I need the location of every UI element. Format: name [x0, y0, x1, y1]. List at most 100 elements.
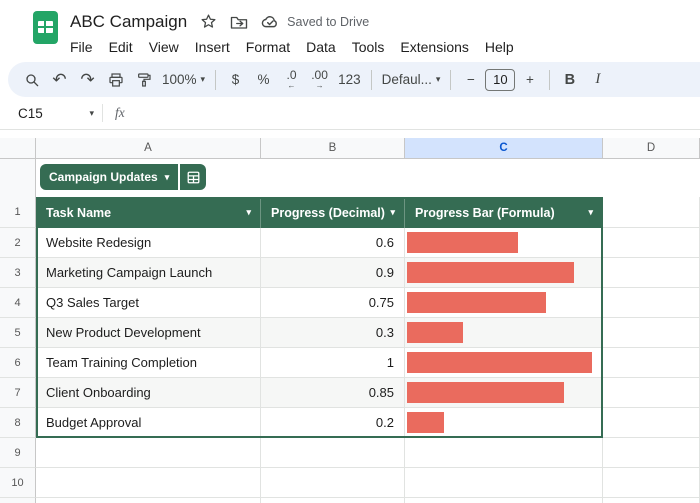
column-header-d[interactable]: D: [603, 138, 700, 159]
format-percent-button[interactable]: %: [250, 67, 277, 93]
progress-bar-cell[interactable]: [405, 258, 603, 288]
task-cell[interactable]: Client Onboarding: [36, 378, 261, 408]
menu-item-edit[interactable]: Edit: [101, 37, 141, 57]
progress-bar-cell[interactable]: [405, 348, 603, 378]
empty-cell[interactable]: [603, 258, 700, 288]
chevron-down-icon[interactable]: ▾: [246, 207, 251, 218]
chevron-down-icon[interactable]: ▾: [588, 207, 593, 218]
menu-item-view[interactable]: View: [141, 37, 187, 57]
row-header-4[interactable]: 4: [0, 288, 36, 318]
menu-item-extensions[interactable]: Extensions: [392, 37, 476, 57]
row-header-5[interactable]: 5: [0, 318, 36, 348]
empty-cell[interactable]: [603, 318, 700, 348]
zoom-dropdown[interactable]: 100% ▾: [158, 67, 209, 93]
redo-icon[interactable]: ↷: [74, 67, 101, 93]
decrease-font-size-button[interactable]: −: [457, 67, 484, 93]
empty-cell[interactable]: [603, 378, 700, 408]
menu-item-file[interactable]: File: [62, 37, 101, 57]
progress-bar-cell[interactable]: [405, 228, 603, 258]
table-header-task-name[interactable]: Task Name ▾: [36, 197, 261, 228]
empty-cell[interactable]: [261, 438, 405, 468]
progress-bar-cell[interactable]: [405, 408, 603, 438]
task-cell[interactable]: Website Redesign: [36, 228, 261, 258]
empty-cell[interactable]: [603, 228, 700, 258]
cloud-saved-icon[interactable]: [261, 14, 280, 29]
cell-d1[interactable]: [603, 197, 700, 228]
empty-cell[interactable]: [603, 288, 700, 318]
empty-cell[interactable]: [36, 498, 261, 503]
row-header-10[interactable]: 10: [0, 468, 36, 498]
title-bar: ABC Campaign Saved to Drive File Edit Vi…: [0, 0, 700, 56]
empty-cell[interactable]: [603, 498, 700, 503]
progress-cell[interactable]: 0.2: [261, 408, 405, 438]
font-size-input[interactable]: 10: [485, 68, 516, 91]
row-header-1[interactable]: 1: [0, 197, 36, 228]
progress-cell[interactable]: 0.9: [261, 258, 405, 288]
empty-cell[interactable]: [36, 438, 261, 468]
empty-cell[interactable]: [405, 468, 603, 498]
progress-bar-cell[interactable]: [405, 288, 603, 318]
saved-status[interactable]: Saved to Drive: [287, 15, 369, 29]
progress-cell[interactable]: 1: [261, 348, 405, 378]
progress-bar-cell[interactable]: [405, 378, 603, 408]
paint-format-icon[interactable]: [130, 67, 157, 93]
empty-row: [36, 498, 700, 503]
menu-item-data[interactable]: Data: [298, 37, 344, 57]
progress-bar-cell[interactable]: [405, 318, 603, 348]
progress-cell[interactable]: 0.3: [261, 318, 405, 348]
menu-item-format[interactable]: Format: [238, 37, 298, 57]
empty-cell[interactable]: [603, 348, 700, 378]
progress-cell[interactable]: 0.75: [261, 288, 405, 318]
task-cell[interactable]: Marketing Campaign Launch: [36, 258, 261, 288]
move-folder-icon[interactable]: [230, 14, 248, 30]
progress-cell[interactable]: 0.6: [261, 228, 405, 258]
empty-cell[interactable]: [603, 468, 700, 498]
star-icon[interactable]: [200, 13, 217, 30]
empty-cell[interactable]: [603, 408, 700, 438]
menu-item-insert[interactable]: Insert: [187, 37, 238, 57]
empty-cell[interactable]: [36, 468, 261, 498]
bold-button[interactable]: B: [556, 67, 583, 93]
progress-cell[interactable]: 0.85: [261, 378, 405, 408]
task-cell[interactable]: Team Training Completion: [36, 348, 261, 378]
menu-item-help[interactable]: Help: [477, 37, 522, 57]
column-header-a[interactable]: A: [36, 138, 261, 159]
search-icon[interactable]: [18, 67, 45, 93]
task-cell[interactable]: Q3 Sales Target: [36, 288, 261, 318]
font-dropdown[interactable]: Defaul... ▾: [378, 67, 445, 93]
empty-cell[interactable]: [405, 438, 603, 468]
menu-item-tools[interactable]: Tools: [344, 37, 393, 57]
document-title[interactable]: ABC Campaign: [70, 12, 187, 32]
table-header-progress-bar[interactable]: Progress Bar (Formula) ▾: [405, 197, 603, 228]
empty-cell[interactable]: [603, 438, 700, 468]
format-currency-button[interactable]: $: [222, 67, 249, 93]
chevron-down-icon[interactable]: ▾: [390, 207, 395, 218]
empty-cell[interactable]: [261, 468, 405, 498]
name-box[interactable]: C15 ▾: [18, 106, 94, 121]
table-name-button[interactable]: Campaign Updates ▾: [40, 164, 179, 190]
empty-cell[interactable]: [405, 498, 603, 503]
increase-decimal-button[interactable]: .00 →: [306, 67, 333, 93]
row-header-2[interactable]: 2: [0, 228, 36, 258]
row-header-11[interactable]: 11: [0, 498, 36, 503]
more-formats-button[interactable]: 123: [334, 67, 365, 93]
empty-cell[interactable]: [261, 498, 405, 503]
task-cell[interactable]: New Product Development: [36, 318, 261, 348]
column-header-c[interactable]: C: [405, 138, 603, 159]
print-icon[interactable]: [102, 67, 129, 93]
row-header-8[interactable]: 8: [0, 408, 36, 438]
increase-font-size-button[interactable]: +: [516, 67, 543, 93]
row-header-9[interactable]: 9: [0, 438, 36, 468]
sheets-logo-icon[interactable]: [33, 11, 58, 44]
undo-icon[interactable]: ↶: [46, 67, 73, 93]
column-header-b[interactable]: B: [261, 138, 405, 159]
task-cell[interactable]: Budget Approval: [36, 408, 261, 438]
row-header-7[interactable]: 7: [0, 378, 36, 408]
table-menu-button[interactable]: [180, 164, 207, 190]
table-header-progress-decimal[interactable]: Progress (Decimal) ▾: [261, 197, 405, 228]
decrease-decimal-button[interactable]: .0 ←: [278, 67, 305, 93]
row-header-6[interactable]: 6: [0, 348, 36, 378]
row-header-3[interactable]: 3: [0, 258, 36, 288]
select-all-corner[interactable]: [0, 138, 36, 159]
italic-button[interactable]: I: [584, 67, 611, 93]
